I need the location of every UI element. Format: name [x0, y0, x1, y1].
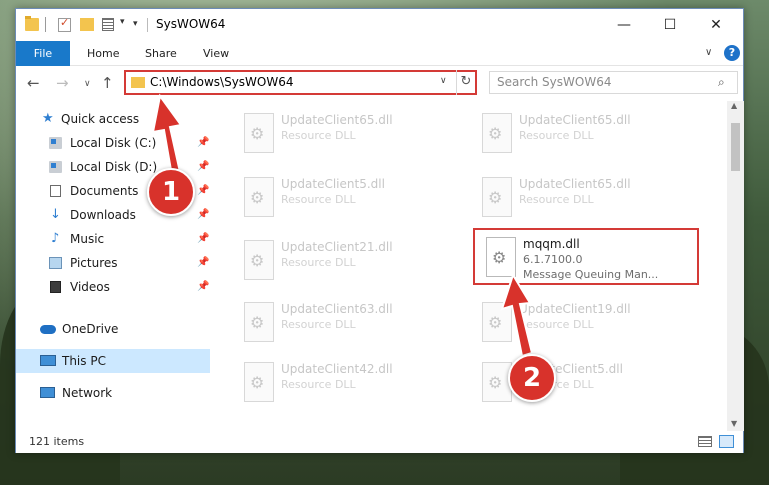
arrow-2: [500, 272, 534, 358]
step-2-badge: 2: [508, 354, 556, 402]
step-1-badge: 1: [147, 168, 195, 216]
annotation-arrows: [151, 93, 534, 358]
arrow-1: [151, 93, 183, 178]
